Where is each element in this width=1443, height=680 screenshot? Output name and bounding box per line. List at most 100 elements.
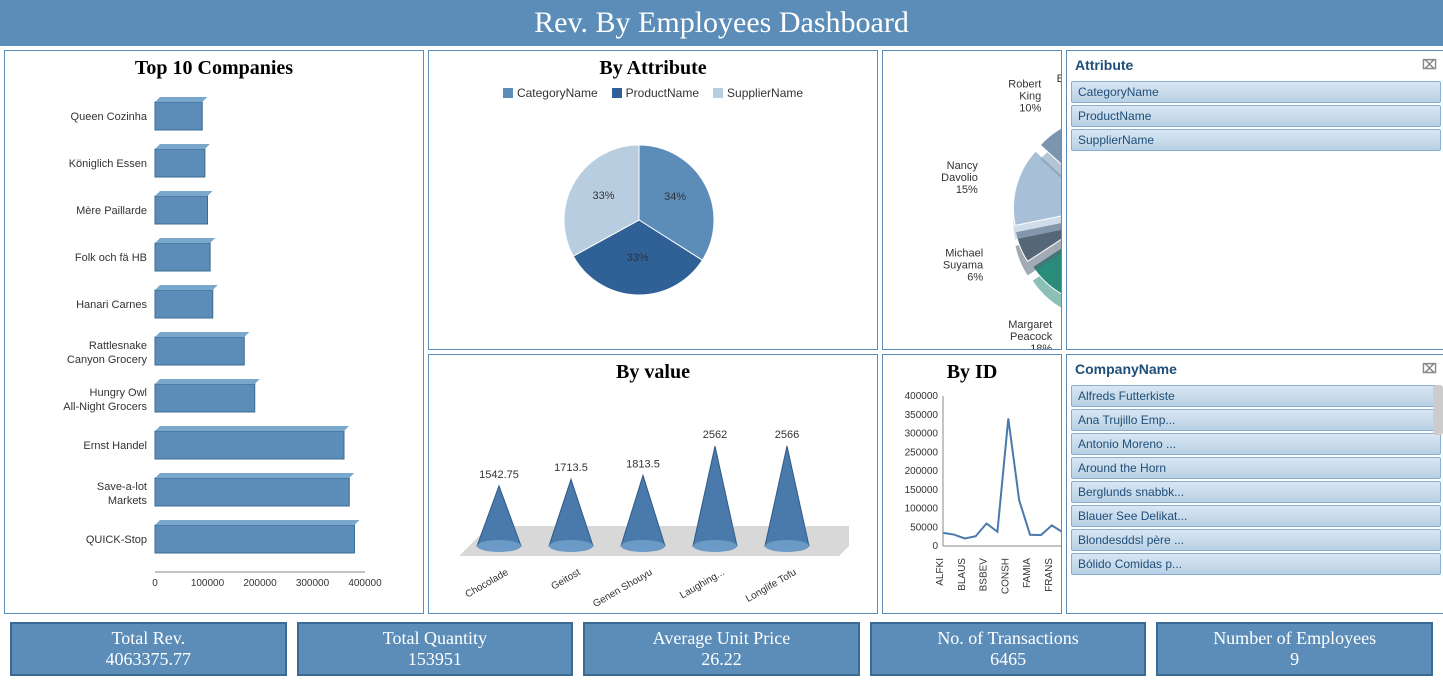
chart-top10: Top 10 Companies Queen Cozinha Königlich … <box>4 50 424 614</box>
slicer-item[interactable]: Blauer See Delikat... <box>1071 505 1441 527</box>
kpi-value: 6465 <box>876 649 1141 670</box>
page-title: Rev. By Employees Dashboard <box>0 0 1443 46</box>
slicer-item[interactable]: SupplierName <box>1071 129 1441 151</box>
svg-text:1542.75: 1542.75 <box>479 469 519 481</box>
svg-text:FRANS: FRANS <box>1044 558 1055 592</box>
chart-title: By ID <box>883 355 1061 386</box>
slicer-title: CompanyName <box>1075 361 1177 377</box>
kpi-label: Total Rev. <box>16 628 281 649</box>
svg-text:18%: 18% <box>1030 343 1052 350</box>
svg-text:200000: 200000 <box>905 466 939 477</box>
chart-title: Top 10 Companies <box>5 51 423 82</box>
slicer-item[interactable]: Blondesddsl père ... <box>1071 529 1441 551</box>
svg-text:1713.5: 1713.5 <box>554 462 588 474</box>
svg-text:0: 0 <box>152 578 158 589</box>
svg-text:Hungry Owl: Hungry Owl <box>90 387 147 399</box>
svg-text:Suyama: Suyama <box>943 259 984 271</box>
svg-text:Folk och fä HB: Folk och fä HB <box>75 252 147 264</box>
svg-text:200000: 200000 <box>243 578 277 589</box>
svg-text:15%: 15% <box>956 184 978 196</box>
svg-text:Ernst Handel: Ernst Handel <box>83 440 147 452</box>
svg-text:Laughing...: Laughing... <box>678 567 726 601</box>
svg-text:300000: 300000 <box>296 578 330 589</box>
svg-text:Rattlesnake: Rattlesnake <box>89 340 147 352</box>
slicer-item[interactable]: CategoryName <box>1071 81 1441 103</box>
svg-text:Michael: Michael <box>945 247 983 259</box>
slicer-item[interactable]: Alfreds Futterkiste <box>1071 385 1441 407</box>
svg-text:400000: 400000 <box>348 578 382 589</box>
svg-text:6%: 6% <box>967 271 983 283</box>
svg-text:Markets: Markets <box>108 495 148 507</box>
svg-text:Davolio: Davolio <box>941 172 978 184</box>
svg-text:2562: 2562 <box>703 429 727 441</box>
pie-chart: 34% 33% 33% <box>429 100 849 340</box>
chart-title: By Attribute <box>429 51 877 82</box>
svg-text:Mère Paillarde: Mère Paillarde <box>76 205 147 217</box>
svg-text:Longlife Tofu: Longlife Tofu <box>744 567 798 605</box>
legend: CategoryName ProductName SupplierName <box>429 86 877 100</box>
clear-filter-icon[interactable]: ⌧ <box>1422 57 1437 73</box>
svg-text:BSBEV: BSBEV <box>979 558 990 592</box>
svg-text:FAMIA: FAMIA <box>1022 558 1033 588</box>
kpi-value: 9 <box>1162 649 1427 670</box>
chart-by-id: By ID 0500001000001500002000002500003000… <box>882 354 1062 614</box>
slicer-item[interactable]: Ana Trujillo Emp... <box>1071 409 1441 431</box>
svg-text:Peacock: Peacock <box>1010 331 1053 343</box>
svg-text:BLAUS: BLAUS <box>957 558 968 591</box>
slicer-item[interactable]: ProductName <box>1071 105 1441 127</box>
svg-text:50000: 50000 <box>910 522 938 533</box>
pie-chart-3d: By nameAndrewFuller13%AnneDodsworth6%Jan… <box>883 51 1062 350</box>
chart-title: By value <box>429 355 877 386</box>
svg-text:0: 0 <box>932 541 938 552</box>
kpi-card: Total Rev.4063375.77 <box>10 622 287 676</box>
svg-text:Save-a-lot: Save-a-lot <box>97 481 147 493</box>
slicer-attribute: Attribute ⌧ CategoryNameProductNameSuppl… <box>1066 50 1443 350</box>
slicer-item[interactable]: Bólido Comidas p... <box>1071 553 1441 575</box>
slicer-item[interactable]: Antonio Moreno ... <box>1071 433 1441 455</box>
kpi-row: Total Rev.4063375.77Total Quantity153951… <box>0 618 1443 680</box>
svg-text:Königlich Essen: Königlich Essen <box>69 158 147 170</box>
svg-text:King: King <box>1019 91 1041 103</box>
svg-text:Robert: Robert <box>1008 79 1041 91</box>
svg-text:34%: 34% <box>664 191 686 203</box>
chart-by-value: By value 1542.75Chocolade1713.5Geitost18… <box>428 354 878 614</box>
svg-text:All-Night Grocers: All-Night Grocers <box>63 401 147 413</box>
svg-text:ALFKI: ALFKI <box>935 558 946 586</box>
kpi-value: 4063375.77 <box>16 649 281 670</box>
clear-filter-icon[interactable]: ⌧ <box>1422 361 1437 377</box>
svg-text:33%: 33% <box>592 190 614 202</box>
slicer-company: CompanyName ⌧ Alfreds FutterkisteAna Tru… <box>1066 354 1443 614</box>
kpi-label: No. of Transactions <box>876 628 1141 649</box>
kpi-label: Total Quantity <box>303 628 568 649</box>
svg-text:350000: 350000 <box>905 410 939 421</box>
kpi-value: 26.22 <box>589 649 854 670</box>
svg-text:1813.5: 1813.5 <box>626 458 660 470</box>
svg-text:Buchanan: Buchanan <box>1057 73 1062 85</box>
svg-text:250000: 250000 <box>905 447 939 458</box>
cone-chart: 1542.75Chocolade1713.5Geitost1813.5Genen… <box>429 386 849 611</box>
kpi-label: Number of Employees <box>1162 628 1427 649</box>
svg-text:33%: 33% <box>627 252 649 264</box>
svg-text:CONSH: CONSH <box>1000 558 1011 594</box>
kpi-label: Average Unit Price <box>589 628 854 649</box>
svg-text:Geitost: Geitost <box>550 567 583 592</box>
slicer-item[interactable]: Berglunds snabbk... <box>1071 481 1441 503</box>
kpi-card: No. of Transactions6465 <box>870 622 1147 676</box>
kpi-card: Total Quantity153951 <box>297 622 574 676</box>
svg-text:Queen Cozinha: Queen Cozinha <box>71 111 148 123</box>
svg-text:150000: 150000 <box>905 485 939 496</box>
kpi-card: Average Unit Price26.22 <box>583 622 860 676</box>
scrollbar-thumb[interactable] <box>1433 385 1443 435</box>
svg-text:Genen Shouyu: Genen Shouyu <box>591 567 654 610</box>
bar-chart-horizontal: Queen Cozinha Königlich Essen Mère Paillar… <box>5 82 385 602</box>
slicer-item[interactable]: Around the Horn <box>1071 457 1441 479</box>
kpi-card: Number of Employees9 <box>1156 622 1433 676</box>
svg-text:Canyon Grocery: Canyon Grocery <box>67 354 148 366</box>
svg-text:Margaret: Margaret <box>1008 319 1052 331</box>
chart-by-name: By nameAndrewFuller13%AnneDodsworth6%Jan… <box>882 50 1062 350</box>
svg-text:100000: 100000 <box>191 578 225 589</box>
svg-text:400000: 400000 <box>905 391 939 402</box>
kpi-value: 153951 <box>303 649 568 670</box>
svg-text:QUICK-Stop: QUICK-Stop <box>86 534 147 546</box>
slicer-title: Attribute <box>1075 57 1133 73</box>
